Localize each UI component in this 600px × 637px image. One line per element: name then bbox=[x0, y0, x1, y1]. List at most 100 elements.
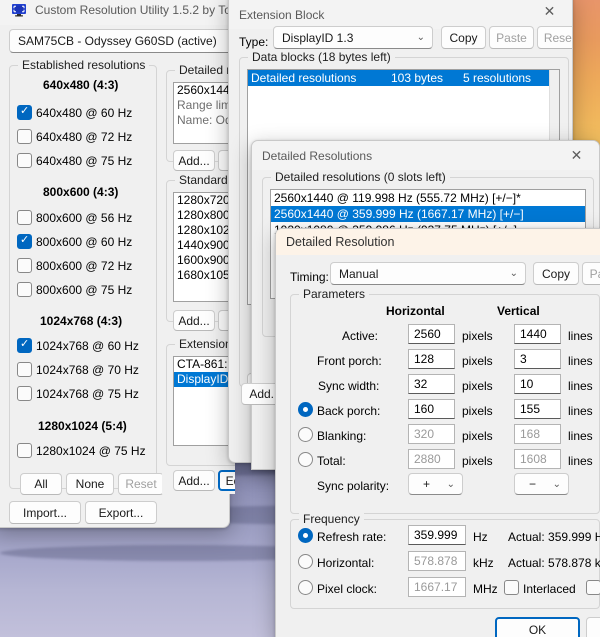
established-checkbox-3-0[interactable] bbox=[17, 443, 32, 458]
detailed-resolutions-label: Detailed res bbox=[175, 63, 235, 77]
list-item[interactable]: DisplayID 1 bbox=[174, 372, 235, 387]
detailed-resolutions-listbox[interactable]: 2560x1440 Range limits Name: Ody bbox=[173, 82, 235, 144]
sync-polarity-horizontal-select[interactable]: + ⌄ bbox=[408, 473, 463, 495]
extension-blocks-listbox[interactable]: CTA-861: 1 DisplayID 1 bbox=[173, 356, 235, 446]
param-label-front-porch: Front porch: bbox=[317, 354, 382, 368]
list-item[interactable]: 1280x1024 bbox=[174, 223, 235, 238]
sync-polarity-vertical-value: − bbox=[529, 477, 537, 491]
timing-select[interactable]: Manual ⌄ bbox=[330, 262, 526, 285]
list-item[interactable]: 2560x1440 bbox=[174, 83, 235, 98]
established-heading-1: 800x600 (4:3) bbox=[43, 185, 119, 199]
param-back-porch-vertical[interactable]: 155 bbox=[514, 399, 561, 419]
list-item[interactable]: Range limits bbox=[174, 98, 235, 113]
chevron-down-icon: ⌄ bbox=[446, 478, 455, 490]
param-total-vertical: 1608 bbox=[514, 449, 561, 469]
established-checkbox-2-1[interactable] bbox=[17, 362, 32, 377]
parameters-label: Parameters bbox=[299, 287, 370, 301]
param-unit-lines-2: lines bbox=[568, 379, 593, 393]
extension-edit-button[interactable]: Edit... bbox=[218, 470, 235, 491]
interlaced-checkbox[interactable] bbox=[504, 580, 519, 595]
standard-add-button[interactable]: Add... bbox=[173, 310, 215, 331]
list-item[interactable]: 1440x900 ( bbox=[174, 238, 235, 253]
p-checkbox[interactable] bbox=[586, 580, 600, 595]
frequency-radio-horizontal[interactable] bbox=[298, 554, 313, 569]
established-checkbox-1-0[interactable] bbox=[17, 210, 32, 225]
established-item-label-2-2: 1024x768 @ 75 Hz bbox=[36, 387, 139, 401]
extension-copy-button[interactable]: Copy bbox=[441, 26, 486, 49]
established-checkbox-0-1[interactable] bbox=[17, 129, 32, 144]
standard-resolutions-label: Standard re bbox=[175, 173, 235, 187]
close-icon[interactable]: ✕ bbox=[554, 141, 599, 170]
param-unit-pixels-1: pixels bbox=[462, 354, 493, 368]
param-active-horizontal[interactable]: 2560 bbox=[408, 324, 455, 344]
established-reset-button: Reset bbox=[118, 473, 164, 495]
frequency-label-pixel-clock: Pixel clock: bbox=[317, 582, 378, 596]
param-sync-width-vertical[interactable]: 10 bbox=[514, 374, 561, 394]
extension-type-select[interactable]: DisplayID 1.3 ⌄ bbox=[273, 26, 433, 49]
detailed-add-button[interactable]: Add... bbox=[173, 150, 215, 171]
cru-window-title: Custom Resolution Utility 1.5.2 by Toa bbox=[35, 3, 230, 17]
param-unit-lines-4: lines bbox=[568, 429, 593, 443]
param-unit-lines-0: lines bbox=[568, 329, 593, 343]
list-item[interactable]: 2560x1440 @ 119.998 Hz (555.72 MHz) [+/−… bbox=[271, 190, 585, 206]
param-blanking-vertical: 168 bbox=[514, 424, 561, 444]
param-radio-total[interactable] bbox=[298, 452, 313, 467]
list-item[interactable]: 1280x720 ( bbox=[174, 193, 235, 208]
table-row[interactable]: Detailed resolutions 103 bytes 5 resolut… bbox=[248, 70, 559, 86]
standard-resolutions-listbox[interactable]: 1280x720 ( 1280x800 ( 1280x1024 1440x900… bbox=[173, 192, 235, 302]
established-heading-2: 1024x768 (4:3) bbox=[40, 314, 123, 328]
import-button[interactable]: Import... bbox=[9, 501, 81, 524]
param-front-porch-vertical[interactable]: 3 bbox=[514, 349, 561, 369]
param-label-blanking: Blanking: bbox=[317, 429, 367, 443]
list-item[interactable]: 1600x900 ( bbox=[174, 253, 235, 268]
established-all-button[interactable]: All bbox=[20, 473, 62, 495]
established-checkbox-0-0[interactable] bbox=[17, 104, 32, 120]
close-icon[interactable]: ✕ bbox=[527, 0, 572, 29]
param-unit-pixels-3: pixels bbox=[462, 404, 493, 418]
timing-copy-button[interactable]: Copy bbox=[533, 262, 579, 285]
param-sync-width-horizontal[interactable]: 32 bbox=[408, 374, 455, 394]
list-item[interactable]: 2560x1440 @ 359.999 Hz (1667.17 MHz) [+/… bbox=[271, 206, 585, 222]
established-checkbox-2-2[interactable] bbox=[17, 386, 32, 401]
frequency-radio-pixel-clock[interactable] bbox=[298, 580, 313, 595]
list-item[interactable]: 1280x800 ( bbox=[174, 208, 235, 223]
established-checkbox-2-0[interactable] bbox=[17, 337, 32, 353]
data-block-bytes: 103 bytes bbox=[391, 71, 444, 85]
sync-polarity-horizontal-value: + bbox=[423, 477, 431, 491]
param-radio-blanking[interactable] bbox=[298, 427, 313, 442]
export-button[interactable]: Export... bbox=[85, 501, 157, 524]
frequency-refresh-rate-input[interactable]: 359.999 bbox=[408, 525, 466, 545]
established-checkbox-1-3[interactable] bbox=[17, 282, 32, 297]
detailed-resolution-titlebar: Detailed Resolution bbox=[276, 229, 600, 255]
list-item[interactable]: 1680x1050 bbox=[174, 268, 235, 283]
frequency-actual-horizontal: Actual: 578.878 kHz bbox=[508, 556, 600, 570]
list-item[interactable]: CTA-861: 1 bbox=[174, 357, 235, 372]
established-item-label-0-0: 640x480 @ 60 Hz bbox=[36, 106, 133, 120]
cancel-button[interactable]: C bbox=[586, 617, 600, 637]
param-radio-back-porch[interactable] bbox=[298, 402, 313, 417]
param-unit-lines-3: lines bbox=[568, 404, 593, 418]
frequency-horizontal-input: 578.878 bbox=[408, 551, 466, 571]
data-block-count: 5 resolutions bbox=[463, 71, 532, 85]
sync-polarity-vertical-select[interactable]: − ⌄ bbox=[514, 473, 569, 495]
extension-add-button[interactable]: Add... bbox=[173, 470, 215, 491]
ok-button[interactable]: OK bbox=[495, 617, 580, 637]
param-label-total: Total: bbox=[317, 454, 346, 468]
timing-paste-button: Paste bbox=[582, 262, 600, 285]
param-active-vertical[interactable]: 1440 bbox=[514, 324, 561, 344]
established-none-button[interactable]: None bbox=[66, 473, 114, 495]
monitor-select[interactable]: SAM75CB - Odyssey G60SD (active) bbox=[9, 29, 229, 53]
established-checkbox-1-2[interactable] bbox=[17, 258, 32, 273]
detailed-resolutions-slots-label: Detailed resolutions (0 slots left) bbox=[271, 170, 450, 184]
chevron-down-icon: ⌄ bbox=[416, 32, 425, 43]
param-front-porch-horizontal[interactable]: 128 bbox=[408, 349, 455, 369]
established-checkbox-0-2[interactable] bbox=[17, 153, 32, 168]
frequency-radio-refresh-rate[interactable] bbox=[298, 528, 313, 543]
established-checkbox-1-1[interactable] bbox=[17, 233, 32, 249]
param-back-porch-horizontal[interactable]: 160 bbox=[408, 399, 455, 419]
frequency-unit-khz: kHz bbox=[473, 556, 494, 570]
list-item[interactable]: Name: Ody bbox=[174, 113, 235, 128]
param-label-active: Active: bbox=[342, 329, 379, 343]
chevron-down-icon: ⌄ bbox=[552, 478, 561, 490]
monitor-icon bbox=[11, 2, 27, 18]
